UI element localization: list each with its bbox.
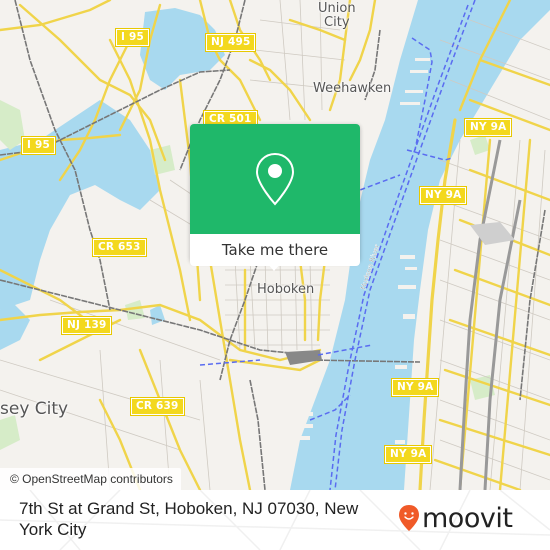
moovit-wordmark: moovit xyxy=(422,502,513,534)
road-shield-ny9a: NY 9A xyxy=(383,445,433,464)
road-shield-nj495: NJ 495 xyxy=(204,33,257,52)
map-pin-icon xyxy=(255,152,295,206)
map-view[interactable]: Hudson River Union City Weehawken Hoboke… xyxy=(0,0,550,490)
location-popup[interactable]: Take me there xyxy=(190,124,360,271)
road-shield-i95: I 95 xyxy=(21,136,56,155)
popup-tail xyxy=(267,263,281,271)
address-text: 7th St at Grand St, Hoboken, NJ 07030, N… xyxy=(19,499,359,539)
moovit-logo[interactable]: moovit xyxy=(398,502,513,534)
rail-yard xyxy=(470,222,515,245)
place-label-jersey-city: sey City xyxy=(0,399,69,419)
road-shield-ny9a: NY 9A xyxy=(418,186,468,205)
popup-header[interactable] xyxy=(190,124,360,234)
footer: 7th St at Grand St, Hoboken, NJ 07030, N… xyxy=(0,490,550,550)
moovit-pin-icon xyxy=(399,505,419,531)
road-shield-nj139: NJ 139 xyxy=(60,316,113,335)
road-shield-ny9a: NY 9A xyxy=(390,378,440,397)
place-label-union-city: Union City xyxy=(318,1,356,30)
road-shield-ny9a: NY 9A xyxy=(463,118,513,137)
place-label-weehawken: Weehawken xyxy=(313,81,392,96)
road-shield-cr653: CR 653 xyxy=(92,238,147,257)
place-label-hoboken: Hoboken xyxy=(257,282,315,297)
road-shield-cr639: CR 639 xyxy=(130,397,185,416)
map-attribution[interactable]: © OpenStreetMap contributors xyxy=(0,468,181,490)
take-me-there-button[interactable]: Take me there xyxy=(190,234,360,266)
road-shield-i95: I 95 xyxy=(115,28,150,47)
